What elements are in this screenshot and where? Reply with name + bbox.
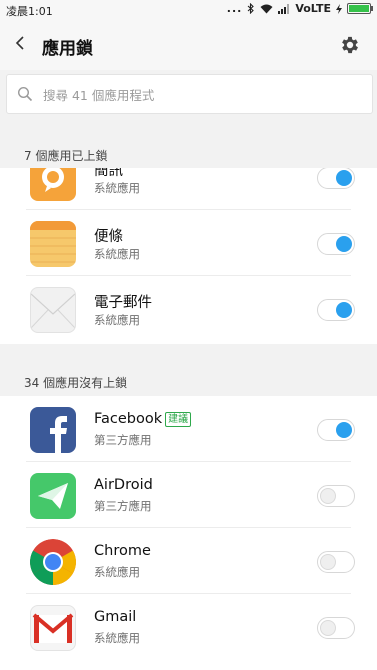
app-name: Chrome	[94, 543, 151, 559]
lock-toggle[interactable]	[317, 617, 355, 639]
list-item[interactable]: Gmail 系統應用	[0, 594, 377, 660]
app-bar: 應用鎖	[0, 20, 377, 70]
app-name: Facebook 建議	[94, 411, 192, 427]
chrome-app-icon	[30, 539, 76, 585]
battery-icon	[347, 3, 373, 14]
app-name: Gmail	[94, 609, 137, 625]
list-item[interactable]: 便條 系統應用	[0, 210, 377, 276]
app-name: 電子郵件	[94, 295, 152, 311]
bluetooth-icon	[247, 3, 255, 14]
status-time: 凌晨1:01	[6, 5, 53, 18]
search-icon	[17, 86, 33, 102]
app-name: 簡訊	[94, 168, 123, 179]
search-input[interactable]	[41, 83, 345, 107]
status-icons: ... VoLTE	[226, 2, 373, 15]
signal-icon	[278, 3, 290, 14]
app-type: 系統應用	[94, 247, 140, 261]
back-arrow-icon[interactable]	[14, 36, 28, 50]
gear-icon[interactable]	[339, 34, 361, 56]
unlocked-section-label: 34 個應用沒有上鎖	[24, 376, 128, 390]
list-item[interactable]: 電子郵件 系統應用	[0, 276, 377, 342]
page-title: 應用鎖	[42, 39, 93, 59]
lock-toggle[interactable]	[317, 168, 355, 189]
lock-toggle[interactable]	[317, 419, 355, 441]
network-type: VoLTE	[295, 2, 331, 15]
locked-apps-list: 簡訊 系統應用 便條 系統應用 電子郵件 系統應用	[0, 168, 377, 344]
app-type: 系統應用	[94, 313, 140, 327]
notes-app-icon	[30, 221, 76, 267]
lock-toggle[interactable]	[317, 299, 355, 321]
airdroid-app-icon	[30, 473, 76, 519]
status-bar: 凌晨1:01 ... VoLTE	[0, 0, 377, 20]
unlocked-apps-list: Facebook 建議 第三方應用 AirDroid 第三方應用 Chrome …	[0, 396, 377, 670]
app-type: 第三方應用	[94, 499, 152, 513]
lock-toggle[interactable]	[317, 233, 355, 255]
locked-section-label: 7 個應用已上鎖	[24, 149, 108, 163]
app-type: 系統應用	[94, 565, 140, 579]
list-item[interactable]: Chrome 系統應用	[0, 528, 377, 594]
lock-toggle[interactable]	[317, 551, 355, 573]
app-name-text: Facebook	[94, 411, 163, 427]
app-type: 系統應用	[94, 631, 140, 645]
gmail-app-icon	[30, 605, 76, 651]
app-name: AirDroid	[94, 477, 153, 493]
search-box[interactable]	[6, 74, 373, 114]
app-type: 系統應用	[94, 181, 140, 195]
app-type: 第三方應用	[94, 433, 152, 447]
charging-icon	[336, 3, 342, 14]
wifi-icon	[260, 4, 273, 13]
list-item[interactable]: AirDroid 第三方應用	[0, 462, 377, 528]
list-item[interactable]: Facebook 建議 第三方應用	[0, 396, 377, 462]
lock-toggle[interactable]	[317, 485, 355, 507]
app-name: 便條	[94, 229, 123, 245]
email-app-icon	[30, 287, 76, 333]
messaging-app-icon	[30, 168, 76, 201]
facebook-app-icon	[30, 407, 76, 453]
notification-dots: ...	[226, 2, 243, 15]
list-item[interactable]: 簡訊 系統應用	[0, 168, 377, 210]
recommended-badge: 建議	[165, 412, 192, 427]
